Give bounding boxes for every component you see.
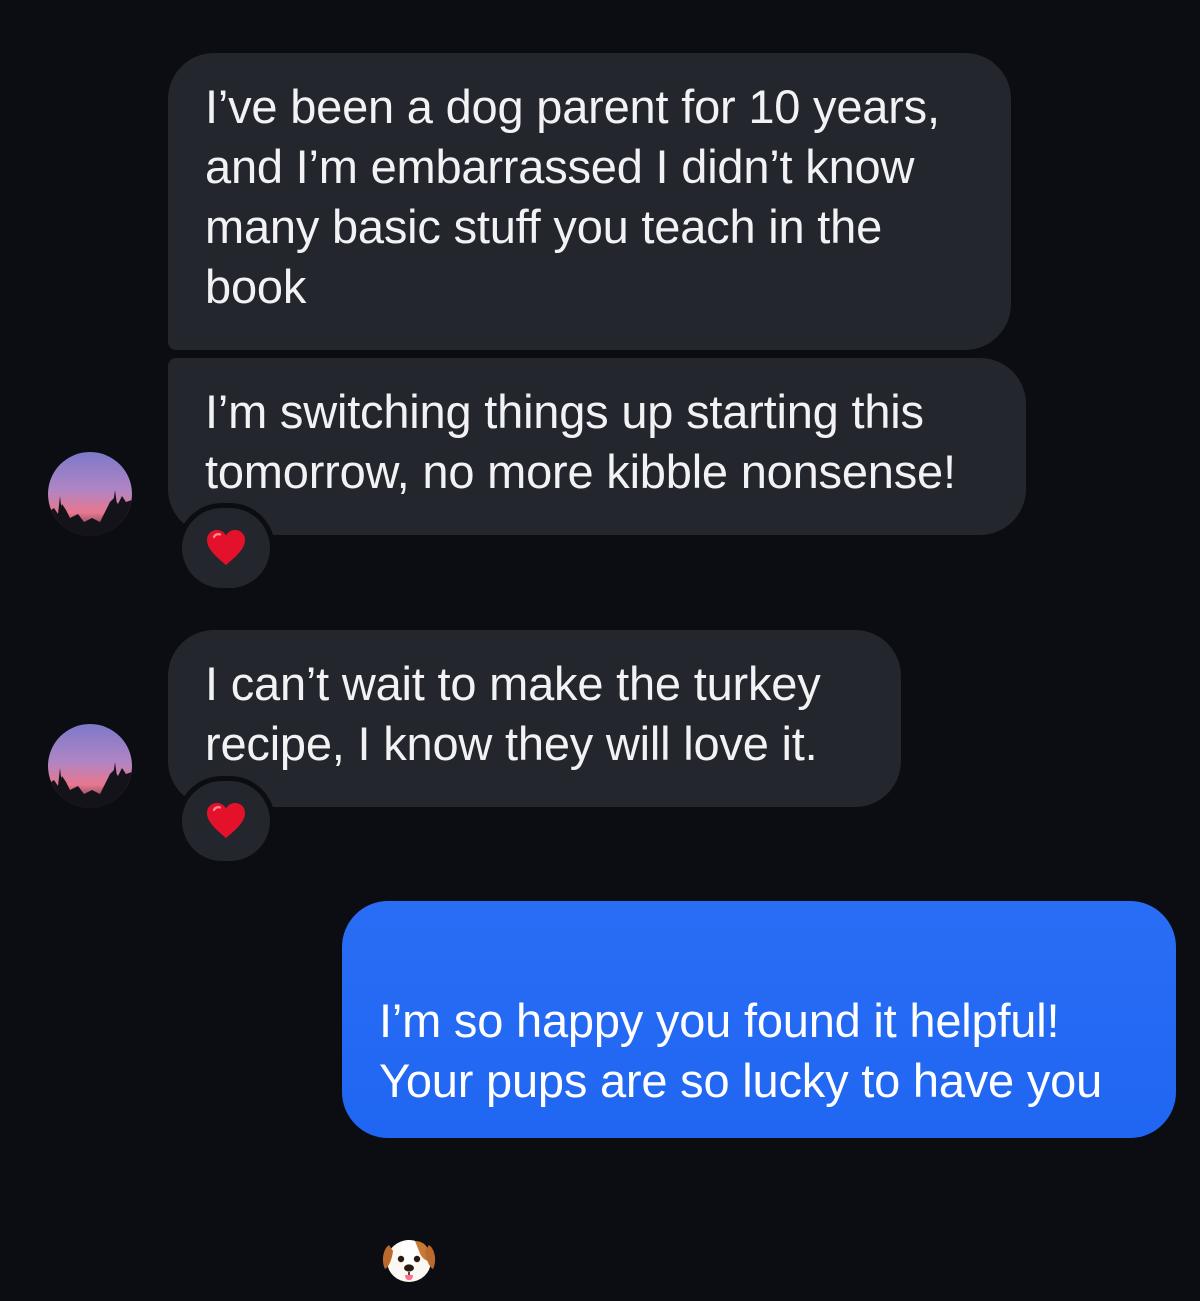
message-bubble-incoming[interactable]: I’ve been a dog parent for 10 years, and…	[168, 53, 1011, 350]
heart-reaction[interactable]	[182, 781, 270, 861]
message-bubble-incoming[interactable]: I can’t wait to make the turkey recipe, …	[168, 630, 901, 807]
message-bubble-outgoing[interactable]: I’m so happy you found it helpful! Your …	[342, 901, 1176, 1282]
heart-icon	[207, 530, 245, 565]
heart-reaction[interactable]	[182, 508, 270, 588]
avatar[interactable]	[48, 452, 132, 536]
message-text: I’m so happy you found it helpful! Your …	[379, 994, 1103, 1107]
heart-icon	[207, 803, 245, 838]
dog-face-icon	[379, 1171, 439, 1301]
avatar[interactable]	[48, 724, 132, 808]
message-bubble-incoming[interactable]: I’m switching things up starting this to…	[168, 358, 1026, 535]
